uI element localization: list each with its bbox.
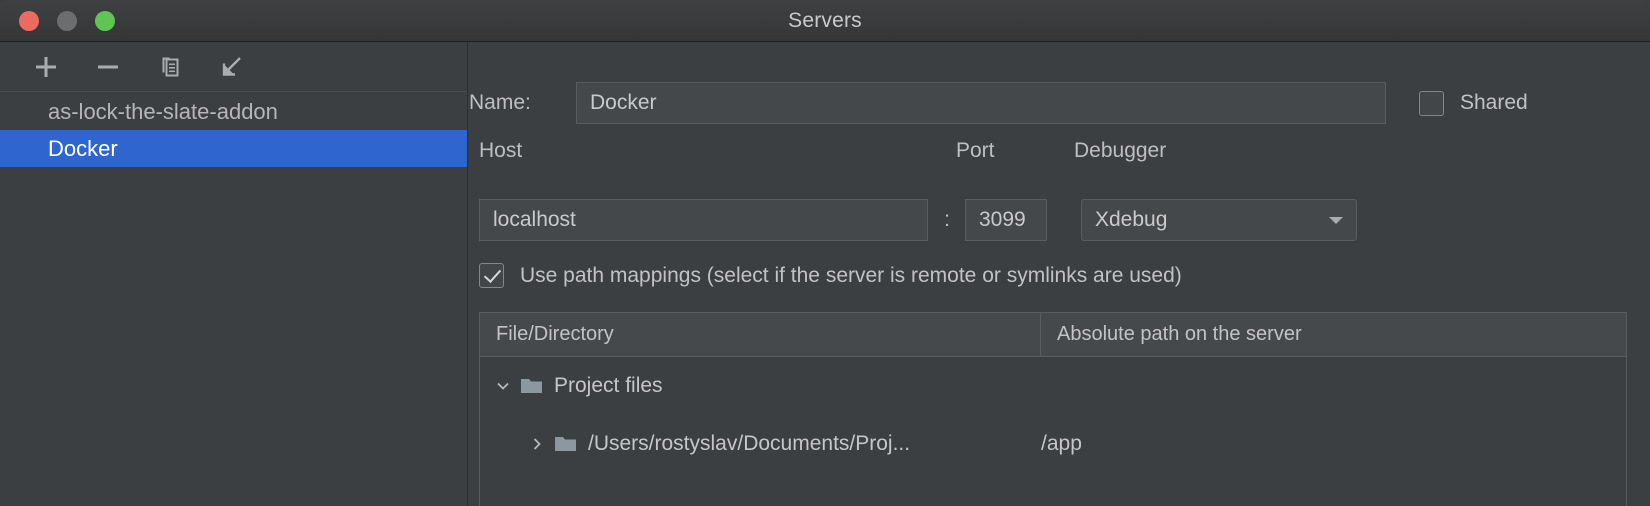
chevron-down-icon [1316, 214, 1356, 226]
copy-icon [162, 57, 179, 76]
host-input[interactable] [479, 199, 928, 241]
folder-icon [520, 376, 544, 396]
table-header: File/Directory Absolute path on the serv… [480, 313, 1626, 357]
debugger-label: Debugger [1074, 139, 1167, 162]
window-title: Servers [788, 9, 862, 32]
host-port-separator: : [944, 208, 950, 231]
import-server-button[interactable] [212, 49, 252, 85]
servers-list-toolbar [0, 42, 467, 92]
use-path-mappings-checkbox[interactable] [479, 263, 504, 288]
servers-dialog: Servers as-lock-the-slate-addon Docker N… [0, 0, 1650, 506]
title-bar: Servers [0, 0, 1650, 42]
servers-list-panel: as-lock-the-slate-addon Docker [0, 42, 468, 506]
host-label: Host [479, 139, 523, 162]
connection-labels-row: Host Port Debugger [469, 139, 1650, 169]
server-name-input[interactable] [576, 82, 1386, 124]
cell-file-directory: /Users/rostyslav/Documents/Proj... [588, 432, 911, 455]
port-input[interactable] [965, 199, 1047, 241]
table-row[interactable]: Project files [480, 357, 1626, 415]
cell-file-directory: Project files [554, 374, 663, 397]
shared-label: Shared [1460, 91, 1528, 114]
copy-server-button[interactable] [150, 49, 190, 85]
chevron-right-icon[interactable] [526, 435, 548, 453]
port-label: Port [956, 139, 995, 162]
cell-absolute-path: /app [1041, 432, 1082, 455]
debugger-select[interactable]: Xdebug [1081, 199, 1357, 241]
name-row: Name: Shared [469, 82, 1650, 124]
column-header-absolute-path[interactable]: Absolute path on the server [1041, 313, 1626, 356]
chevron-down-icon[interactable] [492, 377, 514, 395]
shared-checkbox-row[interactable]: Shared [1419, 90, 1528, 116]
shared-checkbox[interactable] [1419, 90, 1444, 116]
remove-server-button[interactable] [88, 49, 128, 85]
folder-icon [554, 434, 578, 454]
use-path-mappings-label: Use path mappings (select if the server … [520, 263, 1182, 287]
name-label: Name: [469, 91, 531, 114]
arrow-down-left-icon [222, 56, 241, 76]
servers-list[interactable]: as-lock-the-slate-addon Docker [0, 93, 467, 167]
table-row[interactable]: /Users/rostyslav/Documents/Proj... /app [480, 415, 1626, 473]
add-server-button[interactable] [26, 49, 66, 85]
column-header-file-directory[interactable]: File/Directory [480, 313, 1041, 356]
connection-inputs-row: : Xdebug [469, 199, 1650, 241]
debugger-selected-value: Xdebug [1095, 208, 1168, 231]
plus-icon [36, 56, 56, 77]
minus-icon [98, 65, 118, 68]
list-item[interactable]: as-lock-the-slate-addon [0, 93, 467, 130]
use-path-mappings-row[interactable]: Use path mappings (select if the server … [479, 263, 1182, 288]
list-item[interactable]: Docker [0, 130, 467, 167]
path-mappings-table: File/Directory Absolute path on the serv… [479, 312, 1627, 506]
server-details-panel: Name: Shared Host Port Debugger : Xdebug [469, 42, 1650, 506]
